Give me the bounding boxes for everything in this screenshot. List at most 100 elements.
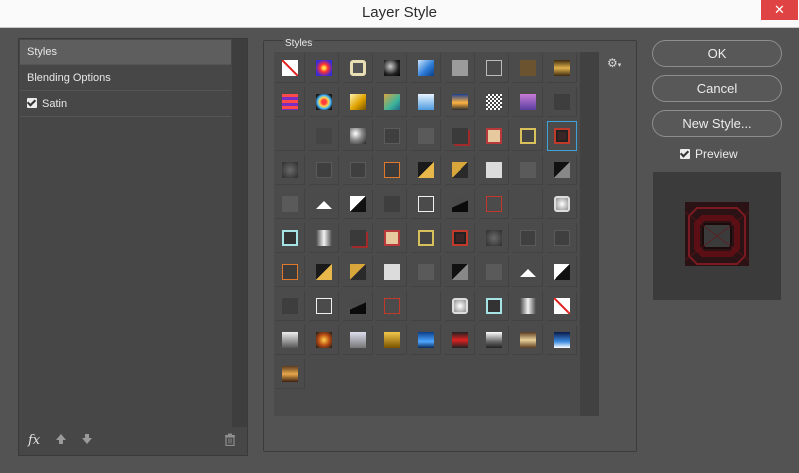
trash-icon[interactable]: [224, 433, 236, 449]
style-swatch[interactable]: [275, 53, 305, 83]
style-swatch[interactable]: [275, 121, 305, 151]
style-swatch[interactable]: [275, 291, 305, 321]
style-swatch[interactable]: [479, 325, 509, 355]
close-button[interactable]: ✕: [761, 0, 798, 20]
style-swatch[interactable]: [377, 121, 407, 151]
gear-icon[interactable]: ⚙▾: [607, 56, 621, 70]
style-swatch[interactable]: [309, 53, 339, 83]
style-swatch[interactable]: [547, 121, 577, 151]
style-swatch[interactable]: [547, 223, 577, 253]
arrow-down-icon[interactable]: [81, 433, 93, 448]
style-swatch[interactable]: [377, 189, 407, 219]
style-swatch[interactable]: [309, 189, 339, 219]
style-swatch[interactable]: [479, 53, 509, 83]
style-swatch[interactable]: [547, 325, 577, 355]
preview-checkbox[interactable]: [680, 149, 690, 159]
style-swatch[interactable]: [343, 87, 373, 117]
satin-checkbox[interactable]: [27, 98, 37, 108]
style-swatch[interactable]: [309, 87, 339, 117]
style-swatch[interactable]: [479, 155, 509, 185]
style-swatch[interactable]: [547, 189, 577, 219]
style-swatch[interactable]: [309, 223, 339, 253]
style-swatch[interactable]: [411, 121, 441, 151]
style-swatch[interactable]: [479, 87, 509, 117]
styles-scrollbar[interactable]: [580, 52, 599, 416]
style-swatch[interactable]: [479, 257, 509, 287]
photo-night-swatch: [554, 332, 570, 348]
style-swatch[interactable]: [309, 325, 339, 355]
left-item-blending-options[interactable]: Blending Options: [20, 66, 231, 91]
style-swatch[interactable]: [513, 87, 543, 117]
style-swatch[interactable]: [445, 325, 475, 355]
style-swatch[interactable]: [377, 155, 407, 185]
style-swatch[interactable]: [275, 155, 305, 185]
style-swatch[interactable]: [445, 121, 475, 151]
style-swatch[interactable]: [343, 53, 373, 83]
style-swatch[interactable]: [377, 87, 407, 117]
style-swatch[interactable]: [445, 87, 475, 117]
style-swatch[interactable]: [275, 87, 305, 117]
style-swatch[interactable]: [411, 155, 441, 185]
style-swatch[interactable]: [479, 223, 509, 253]
style-swatch[interactable]: [411, 291, 441, 321]
fx-icon[interactable]: fx: [28, 433, 40, 448]
style-swatch[interactable]: [513, 223, 543, 253]
style-swatch[interactable]: [411, 189, 441, 219]
style-swatch[interactable]: [411, 325, 441, 355]
left-item-styles[interactable]: Styles: [20, 40, 231, 65]
style-swatch[interactable]: [445, 257, 475, 287]
style-swatch[interactable]: [479, 291, 509, 321]
cancel-button[interactable]: Cancel: [652, 75, 782, 102]
left-scrollbar[interactable]: [232, 39, 247, 427]
style-swatch[interactable]: [343, 189, 373, 219]
new-style-button[interactable]: New Style...: [652, 110, 782, 137]
style-swatch[interactable]: [411, 87, 441, 117]
style-swatch[interactable]: [275, 189, 305, 219]
style-swatch[interactable]: [343, 155, 373, 185]
style-swatch[interactable]: [411, 223, 441, 253]
style-swatch[interactable]: [275, 223, 305, 253]
style-swatch[interactable]: [547, 87, 577, 117]
style-swatch[interactable]: [445, 291, 475, 321]
style-swatch[interactable]: [411, 257, 441, 287]
style-swatch[interactable]: [445, 189, 475, 219]
style-swatch[interactable]: [343, 291, 373, 321]
style-swatch[interactable]: [275, 325, 305, 355]
style-swatch[interactable]: [343, 257, 373, 287]
style-swatch[interactable]: [377, 257, 407, 287]
style-swatch[interactable]: [547, 257, 577, 287]
style-swatch[interactable]: [513, 189, 543, 219]
style-swatch[interactable]: [377, 291, 407, 321]
style-swatch[interactable]: [547, 291, 577, 321]
style-swatch[interactable]: [445, 223, 475, 253]
style-swatch[interactable]: [513, 291, 543, 321]
style-swatch[interactable]: [513, 53, 543, 83]
style-swatch[interactable]: [377, 223, 407, 253]
style-swatch[interactable]: [547, 53, 577, 83]
style-swatch[interactable]: [513, 257, 543, 287]
style-swatch[interactable]: [343, 121, 373, 151]
style-swatch[interactable]: [479, 189, 509, 219]
style-swatch[interactable]: [479, 121, 509, 151]
style-swatch[interactable]: [275, 257, 305, 287]
style-swatch[interactable]: [377, 53, 407, 83]
style-swatch[interactable]: [343, 223, 373, 253]
style-swatch[interactable]: [547, 155, 577, 185]
style-swatch[interactable]: [513, 121, 543, 151]
style-swatch[interactable]: [411, 53, 441, 83]
style-swatch[interactable]: [445, 155, 475, 185]
left-item-satin[interactable]: Satin: [20, 92, 231, 117]
style-swatch[interactable]: [275, 359, 305, 389]
style-swatch[interactable]: [445, 53, 475, 83]
style-swatch[interactable]: [309, 155, 339, 185]
style-swatch[interactable]: [513, 325, 543, 355]
style-swatch[interactable]: [309, 121, 339, 151]
style-swatch[interactable]: [377, 325, 407, 355]
preview-toggle[interactable]: Preview: [680, 147, 738, 161]
style-swatch[interactable]: [309, 257, 339, 287]
style-swatch[interactable]: [343, 325, 373, 355]
arrow-up-icon[interactable]: [55, 433, 67, 448]
style-swatch[interactable]: [309, 291, 339, 321]
style-swatch[interactable]: [513, 155, 543, 185]
ok-button[interactable]: OK: [652, 40, 782, 67]
